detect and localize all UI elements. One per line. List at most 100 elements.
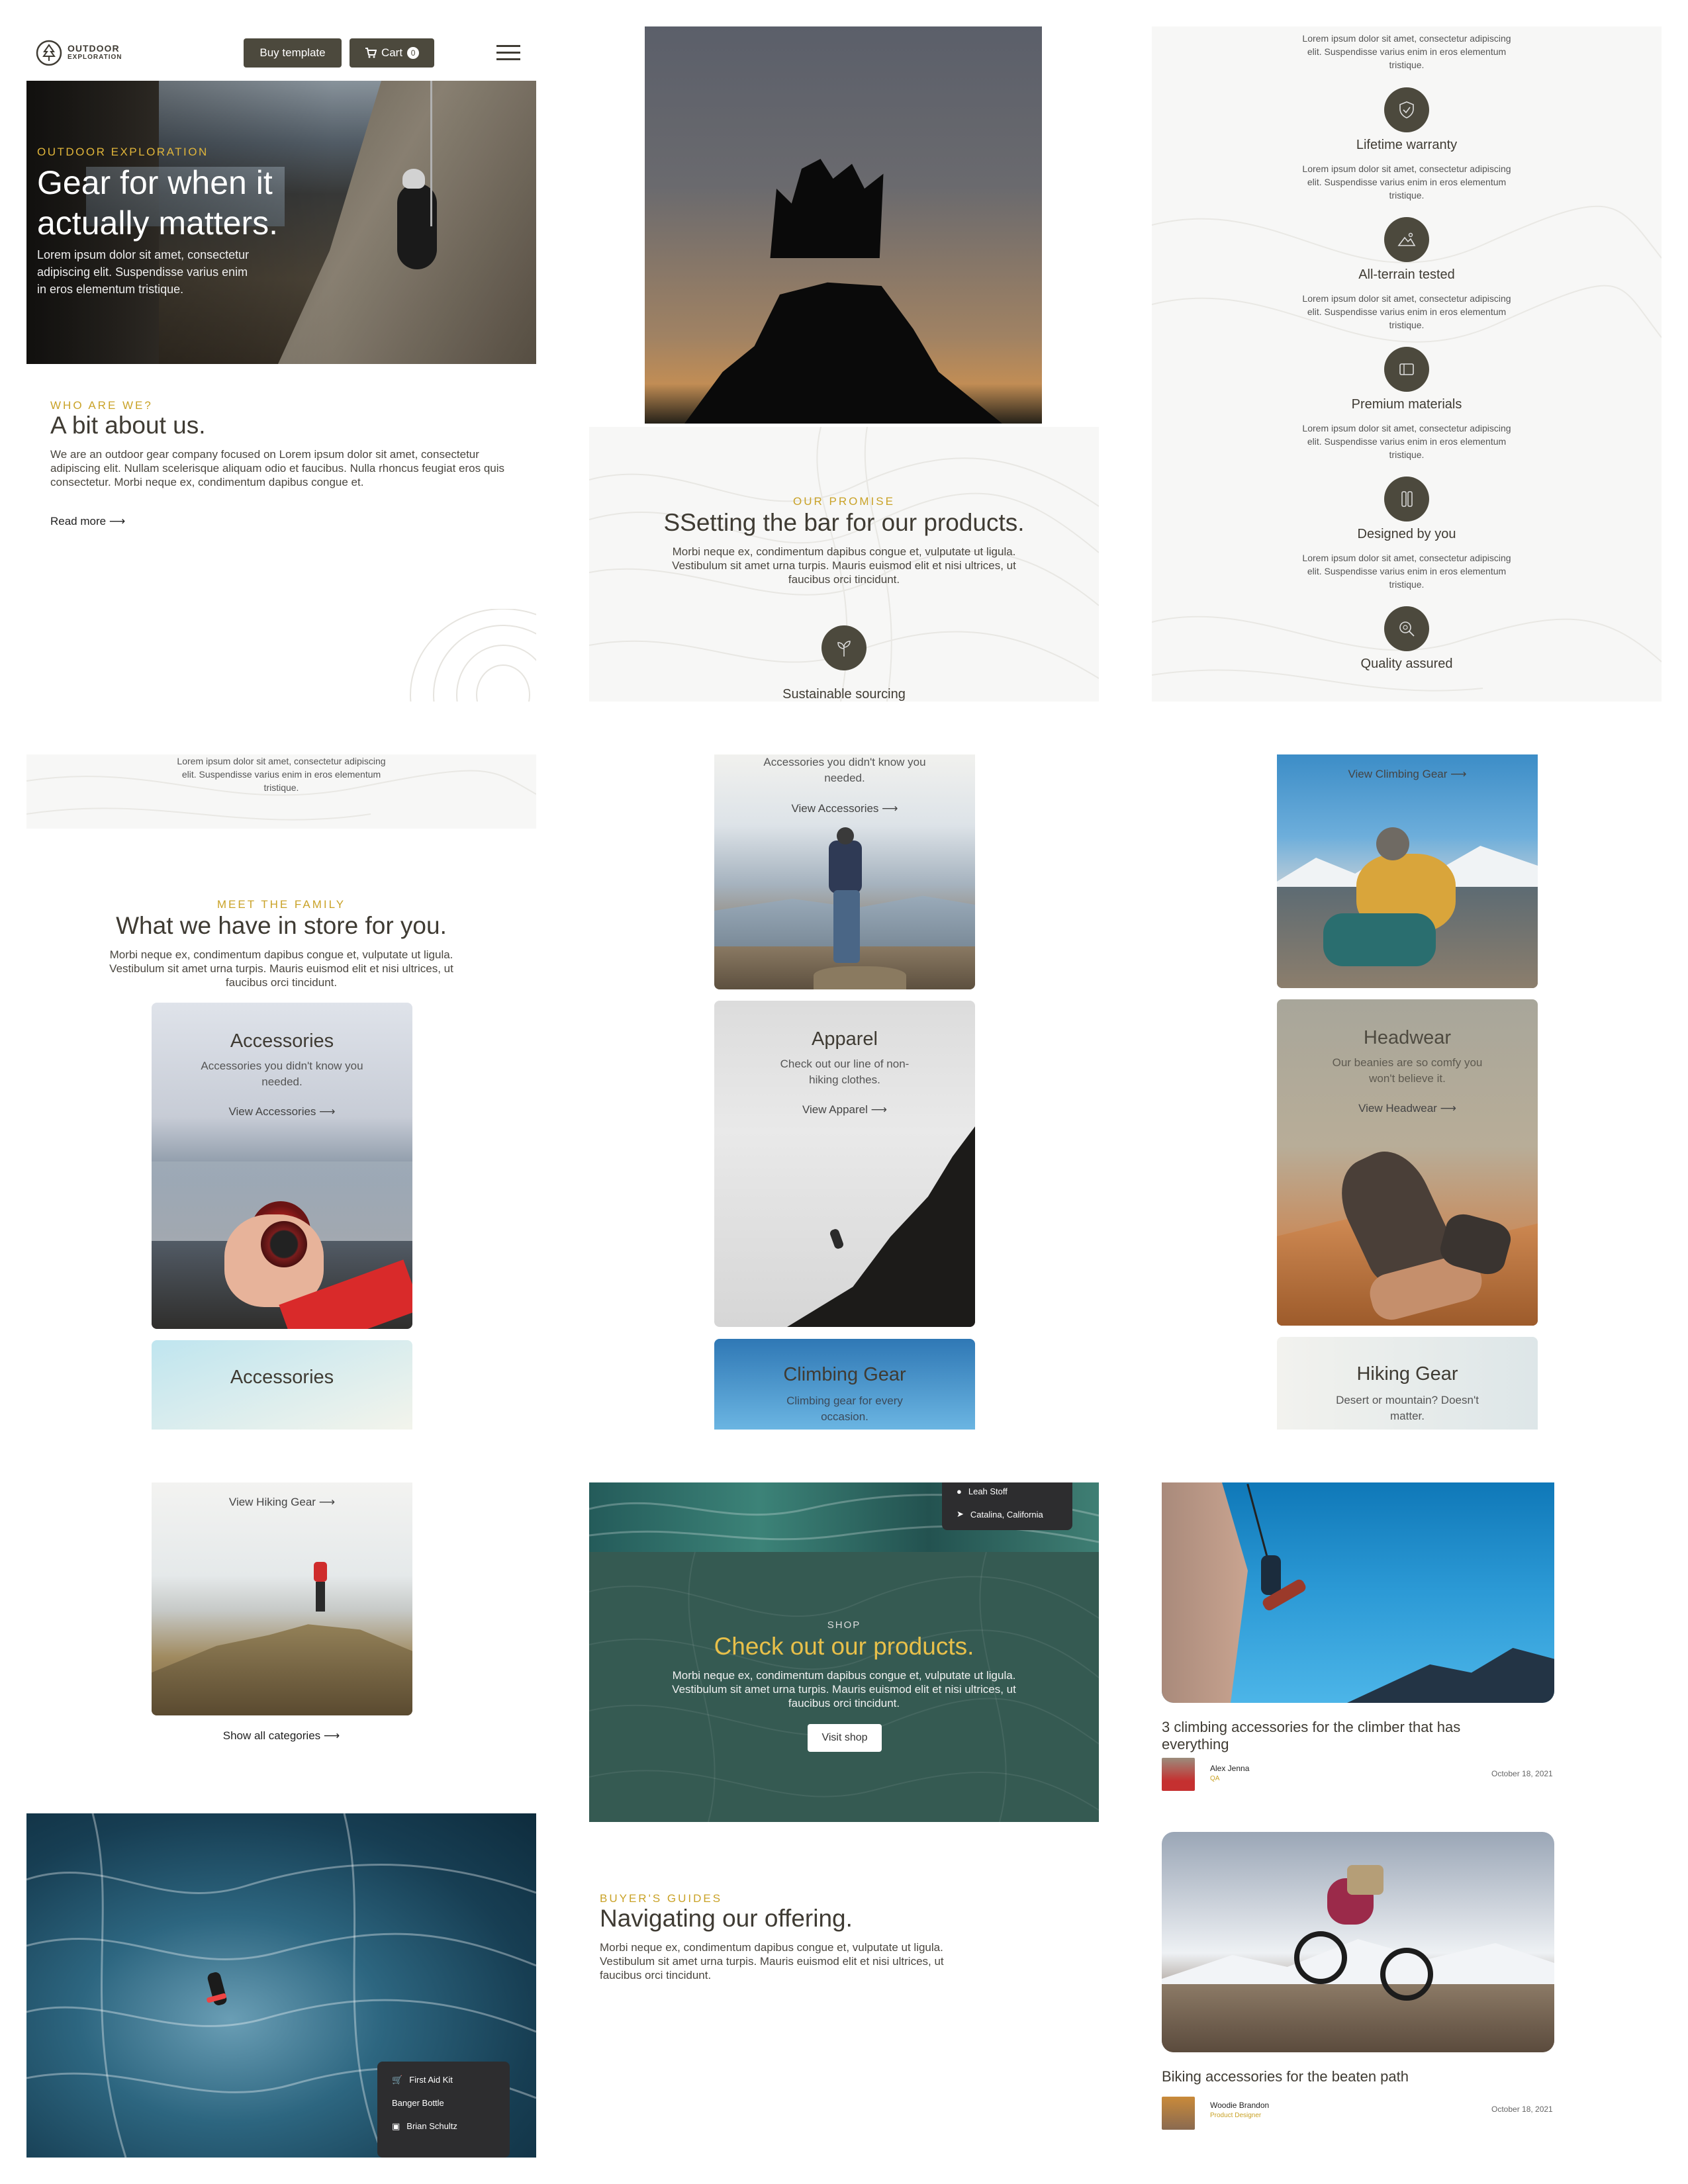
link-label: View Apparel: [802, 1103, 868, 1116]
card-title: Apparel: [812, 1028, 878, 1050]
feature-body: Lorem ipsum dolor sit amet, consectetur …: [1302, 423, 1511, 460]
view-accessories-link[interactable]: View Accessories ⟶: [152, 1105, 412, 1118]
arrow-right-icon: ⟶: [1440, 1102, 1456, 1115]
feature-body: Lorem ipsum dolor sit amet, consectetur …: [1302, 293, 1511, 330]
category-card-accessories-top[interactable]: Accessories you didn't know you needed. …: [714, 754, 975, 989]
cart-icon: 🛒: [392, 2074, 403, 2085]
hero-eyebrow: OUTDOOR EXPLORATION: [37, 146, 209, 158]
hamburger-menu-icon[interactable]: [496, 45, 520, 62]
family-title: What we have in store for you.: [116, 912, 447, 939]
view-accessories-link[interactable]: View Accessories ⟶: [714, 802, 975, 815]
category-card-headwear[interactable]: Headwear Our beanies are so comfy you wo…: [1277, 999, 1538, 1326]
promise-eyebrow: OUR PROMISE: [793, 495, 895, 508]
view-climbing-gear-link[interactable]: View Climbing Gear ⟶: [1277, 768, 1538, 781]
popup-item[interactable]: ● Leah Stoff: [942, 1482, 1072, 1502]
logo[interactable]: OUTDOOR EXPLORATION: [36, 40, 122, 66]
card-title: Climbing Gear: [783, 1364, 906, 1385]
panel-posts: 3 climbing accessories for the climber t…: [1152, 1482, 1662, 2158]
mountain-icon: [1384, 217, 1429, 262]
logo-text-top: OUTDOOR: [68, 43, 120, 54]
feature-body: Lorem ipsum dolor sit amet, consectetur …: [177, 756, 386, 793]
arrow-right-icon: ⟶: [882, 802, 898, 815]
hero-body-line: Lorem ipsum dolor sit amet, consectetur: [37, 248, 250, 261]
post-image-biker[interactable]: [1162, 1832, 1554, 2052]
promise-section: OUR PROMISE SSetting the bar for our pro…: [589, 427, 1099, 702]
popup-item-label: Banger Bottle: [392, 2098, 444, 2108]
link-label: View Accessories: [228, 1105, 316, 1118]
post-title[interactable]: Biking accessories for the beaten path: [1162, 2068, 1466, 2085]
water-strip-image: ● Leah Stoff ➤ Catalina, California: [589, 1482, 1099, 1552]
tree-logo-icon: [36, 40, 62, 66]
location-popup: ● Leah Stoff ➤ Catalina, California: [942, 1482, 1072, 1530]
category-card-hiking[interactable]: Hiking Gear Desert or mountain? Doesn't …: [1277, 1337, 1538, 1430]
category-card-hiking-top[interactable]: View Hiking Gear ⟶: [152, 1482, 412, 1715]
panel-hero: OUTDOOR EXPLORATION Buy template Cart 0 …: [26, 26, 536, 702]
about-eyebrow: WHO ARE WE?: [50, 399, 153, 412]
read-more-link[interactable]: Read more ⟶: [50, 515, 125, 528]
card-subtitle: Desert or mountain? Doesn't matter.: [1336, 1394, 1479, 1422]
panel-hiking: View Hiking Gear ⟶ Show all categories ⟶…: [26, 1482, 536, 2158]
post-date: October 18, 2021: [1491, 2105, 1553, 2114]
cart-count-badge: 0: [407, 47, 420, 59]
category-card-accessories[interactable]: Accessories Accessories you didn't know …: [152, 1003, 412, 1329]
location-arrow-icon: ➤: [957, 1509, 964, 1519]
panel-features: Lorem ipsum dolor sit amet, consectetur …: [1152, 26, 1662, 702]
author-role: QA: [1210, 1775, 1220, 1782]
ocean-product-popup: 🛒 First Aid Kit Banger Bottle ▣ Brian Schu…: [377, 2062, 510, 2158]
avatar: [1162, 2097, 1195, 2130]
category-card-accessories-peek[interactable]: Accessories: [152, 1340, 412, 1430]
popup-item[interactable]: ▣ Brian Schultz: [377, 2115, 510, 2138]
about-title: A bit about us.: [50, 412, 206, 439]
link-label: View Headwear: [1358, 1102, 1437, 1115]
category-card-climbing-top[interactable]: View Climbing Gear ⟶: [1277, 754, 1538, 988]
pencil-icon: [1384, 477, 1429, 522]
hero-title: Gear for when it actually matters.: [37, 163, 278, 244]
view-hiking-gear-link[interactable]: View Hiking Gear ⟶: [152, 1496, 412, 1509]
popup-item-label: Brian Schultz: [406, 2121, 457, 2131]
shop-title: Check out our products.: [714, 1633, 974, 1660]
visit-shop-button[interactable]: Visit shop: [808, 1724, 882, 1752]
feature-title: All-terrain tested: [1358, 267, 1455, 282]
category-card-apparel[interactable]: Apparel Check out our line of non-hiking…: [714, 1001, 975, 1327]
arrow-right-icon: ⟶: [1450, 768, 1467, 780]
card-title: Headwear: [1363, 1027, 1452, 1048]
popup-item-label: First Aid Kit: [409, 2075, 453, 2085]
promise-title: SSetting the bar for our products.: [663, 509, 1025, 536]
arrow-right-icon: ⟶: [319, 1105, 336, 1118]
card-subtitle: Accessories you didn't know you needed.: [201, 1060, 363, 1088]
view-apparel-link[interactable]: View Apparel ⟶: [714, 1103, 975, 1116]
buy-template-button[interactable]: Buy template: [244, 38, 342, 68]
guides-title: Navigating our offering.: [600, 1905, 853, 1932]
view-headwear-link[interactable]: View Headwear ⟶: [1277, 1102, 1538, 1115]
shop-section: SHOP Check out our products. Morbi neque…: [589, 1552, 1099, 1822]
hero-body: Lorem ipsum dolor sit amet, consectetur …: [37, 246, 249, 298]
hero-body-line: adipiscing elit. Suspendisse varius enim: [37, 265, 248, 279]
read-more-label: Read more: [50, 515, 107, 527]
hero-image: OUTDOOR EXPLORATION Gear for when it act…: [26, 81, 536, 364]
guides-eyebrow: BUYER'S GUIDES: [600, 1892, 723, 1905]
popup-item[interactable]: ➤ Catalina, California: [942, 1502, 1072, 1526]
feature-body: Lorem ipsum dolor sit amet, consectetur …: [1302, 163, 1511, 201]
summit-group-image: [645, 26, 1042, 424]
feature-title: Quality assured: [1360, 657, 1453, 671]
popup-item[interactable]: Banger Bottle: [377, 2091, 510, 2115]
link-label: Show all categories: [222, 1729, 321, 1742]
show-all-categories-link[interactable]: Show all categories ⟶: [26, 1729, 536, 1743]
category-card-climbing[interactable]: Climbing Gear Climbing gear for every oc…: [714, 1339, 975, 1430]
post-date: October 18, 2021: [1491, 1769, 1553, 1778]
card-title: Accessories: [230, 1030, 334, 1052]
card-subtitle: Our beanies are so comfy you won't belie…: [1332, 1056, 1483, 1085]
shop-body: Morbi neque ex, condimentum dapibus cong…: [672, 1669, 1016, 1709]
link-label: View Accessories: [791, 802, 879, 815]
topo-decoration: [410, 609, 536, 702]
camera-icon: ▣: [392, 2120, 400, 2131]
author-role: Product Designer: [1210, 2112, 1262, 2119]
promise-body: Morbi neque ex, condimentum dapibus cong…: [672, 545, 1016, 586]
family-body: Morbi neque ex, condimentum dapibus cong…: [109, 948, 453, 989]
sprout-icon: [821, 625, 867, 670]
post-title[interactable]: 3 climbing accessories for the climber t…: [1162, 1719, 1466, 1753]
popup-item[interactable]: 🛒 First Aid Kit: [377, 2068, 510, 2091]
post-image-climber[interactable]: [1162, 1482, 1554, 1703]
cart-button[interactable]: Cart 0: [350, 38, 434, 68]
family-eyebrow: MEET THE FAMILY: [216, 898, 346, 911]
